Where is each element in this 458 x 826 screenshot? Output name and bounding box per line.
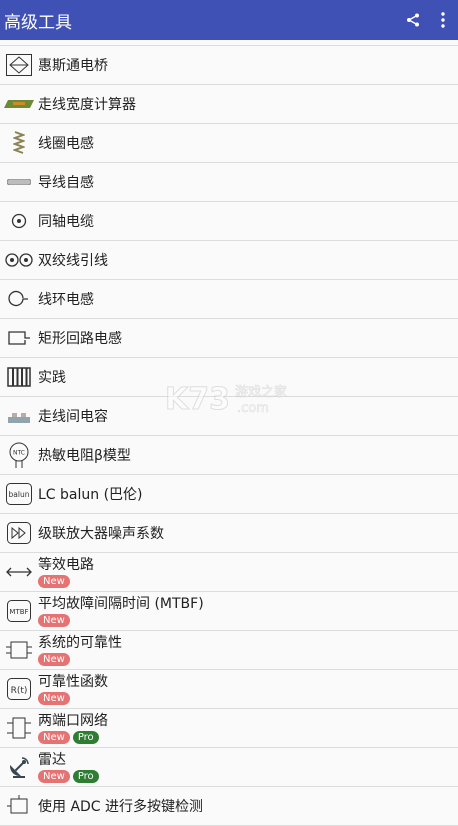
tool-item[interactable]: 等效电路 New [0,553,458,592]
tool-item[interactable]: 线圈电感 [0,124,458,163]
tool-label: 惠斯通电桥 [38,58,108,74]
tool-label: 平均故障间隔时间 (MTBF) [38,595,204,612]
twisted-pair-icon [0,241,38,279]
cascade-amp-icon [0,514,38,552]
coil-icon [0,124,38,162]
tool-label: 可靠性函数 [38,673,108,690]
tool-item[interactable]: 级联放大器噪声系数 [0,514,458,553]
tool-label: 矩形回路电感 [38,331,122,347]
pro-badge: Pro [72,730,99,744]
tool-item[interactable]: 使用 ADC 进行多按键检测 [0,787,458,826]
tool-label: 实践 [38,370,66,386]
tool-label: 等效电路 [38,556,94,573]
new-badge: New [38,730,70,744]
tool-list: 惠斯通电桥 走线宽度计算器 线圈电感 导线自感 同轴电缆 双绞线引线 线环电感 … [0,45,458,826]
rect-loop-icon [0,319,38,357]
new-badge: New [38,769,70,783]
tool-label: LC balun (巴伦) [38,487,143,503]
tool-item[interactable]: R(t) 可靠性函数 New [0,670,458,709]
tool-text: 等效电路 New [38,557,94,588]
coax-icon [0,202,38,240]
wire-icon [0,163,38,201]
new-badge: New [38,574,70,588]
balun-icon: balun [0,475,38,513]
svg-text:MTBF: MTBF [9,608,28,616]
adc-icon [0,787,38,825]
tool-text: 平均故障间隔时间 (MTBF) New [38,596,204,627]
tool-label: 走线间电容 [38,409,108,425]
tool-label: 雷达 [38,751,66,768]
tool-item[interactable]: 雷达 New Pro [0,748,458,787]
tool-item[interactable]: 线环电感 [0,280,458,319]
svg-text:balun: balun [9,490,30,499]
app-bar: 高级工具 [0,0,458,40]
wire-loop-icon [0,280,38,318]
tool-label: 线环电感 [38,292,94,308]
tool-item[interactable]: 矩形回路电感 [0,319,458,358]
tool-item[interactable]: balun LC balun (巴伦) [0,475,458,514]
reliability-function-icon: R(t) [0,670,38,708]
tool-label: 系统的可靠性 [38,634,122,651]
trace-width-icon [0,85,38,123]
comb-icon [0,358,38,396]
svg-text:R(t): R(t) [11,686,28,696]
tool-label: 级联放大器噪声系数 [38,526,164,542]
more-vert-icon[interactable] [428,0,458,40]
tool-label: 使用 ADC 进行多按键检测 [38,799,204,815]
tool-text: 系统的可靠性 New [38,635,122,666]
tool-label: 同轴电缆 [38,214,94,230]
badge-group: New [38,691,108,705]
tool-label: 双绞线引线 [38,253,108,269]
tool-item[interactable]: 导线自感 [0,163,458,202]
badge-group: New [38,574,94,588]
two-port-icon [0,709,38,747]
new-badge: New [38,613,70,627]
tool-text: 可靠性函数 New [38,674,108,705]
tool-item[interactable]: 同轴电缆 [0,202,458,241]
tool-label: 走线宽度计算器 [38,97,136,113]
wheatstone-bridge-icon [0,46,38,84]
double-arrow-icon [0,553,38,591]
tool-item[interactable]: 系统的可靠性 New [0,631,458,670]
tool-item[interactable]: MTBF 平均故障间隔时间 (MTBF) New [0,592,458,631]
tool-label: 线圈电感 [38,136,94,152]
tool-item[interactable]: 实践 [0,358,458,397]
tool-label: 导线自感 [38,175,94,191]
trace-capacitance-icon [0,397,38,435]
system-reliability-icon [0,631,38,669]
ntc-thermistor-icon: NTC [0,436,38,474]
tool-text: 雷达 New Pro [38,752,99,783]
tool-label: 热敏电阻β模型 [38,448,131,464]
tool-item[interactable]: 两端口网络 New Pro [0,709,458,748]
tool-label: 两端口网络 [38,712,108,729]
tool-text: 两端口网络 New Pro [38,713,108,744]
new-badge: New [38,691,70,705]
tool-item[interactable]: 惠斯通电桥 [0,45,458,85]
badge-group: New [38,613,204,627]
badge-group: New Pro [38,730,108,744]
tool-item[interactable]: NTC 热敏电阻β模型 [0,436,458,475]
badge-group: New [38,652,122,666]
new-badge: New [38,652,70,666]
tool-item[interactable]: 走线间电容 [0,397,458,436]
tool-item[interactable]: 双绞线引线 [0,241,458,280]
tool-item[interactable]: 走线宽度计算器 [0,85,458,124]
pro-badge: Pro [72,769,99,783]
page-title: 高级工具 [4,12,72,33]
radar-icon [0,748,38,786]
share-icon[interactable] [398,0,428,40]
svg-text:NTC: NTC [13,450,25,457]
mtbf-icon: MTBF [0,592,38,630]
badge-group: New Pro [38,769,99,783]
